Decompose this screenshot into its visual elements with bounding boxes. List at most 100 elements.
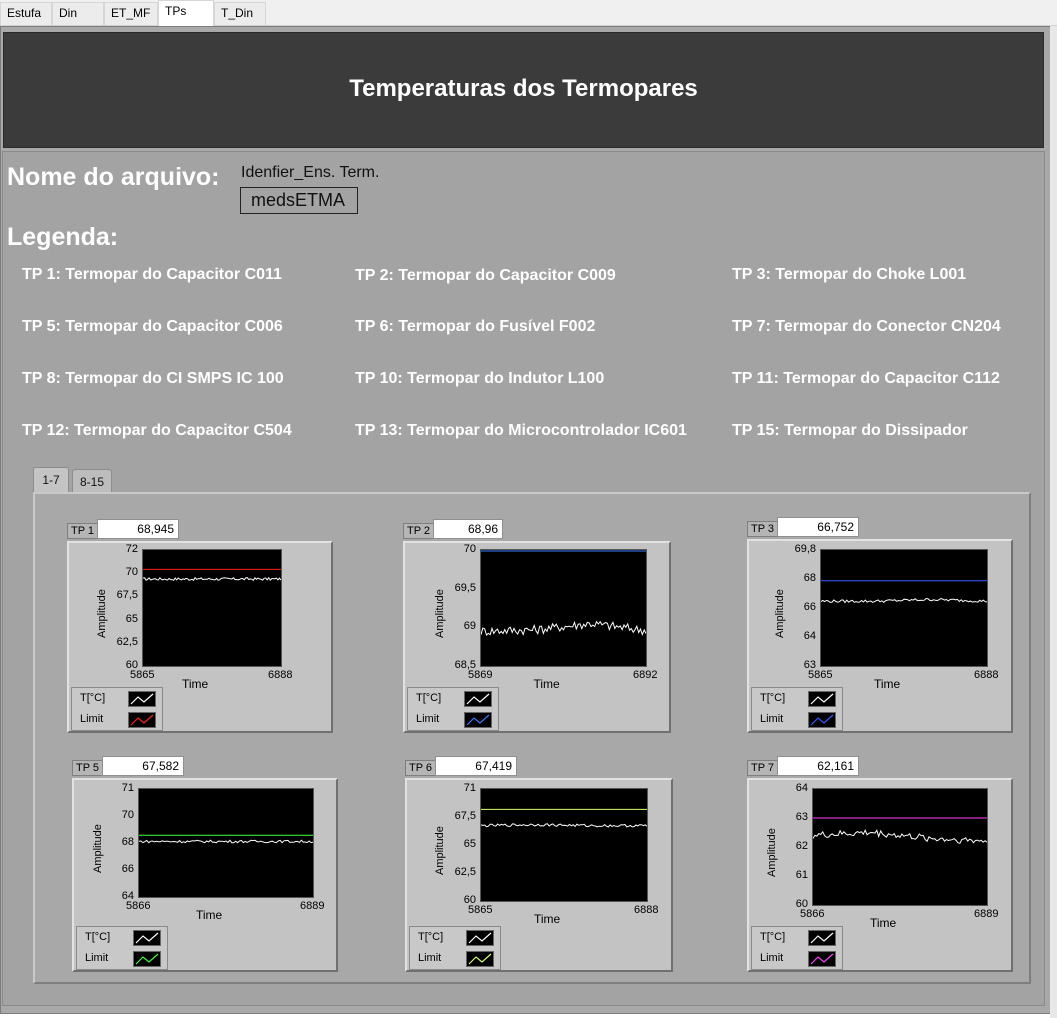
temperature-trace — [139, 839, 313, 844]
legend-item: TP 13: Termopar do Microcontrolador IC60… — [355, 422, 687, 439]
y-axis-label: Amplitude — [434, 826, 446, 875]
legend-temp-label: T[°C] — [85, 931, 111, 943]
temperature-trace — [821, 597, 987, 604]
legend-temp-label: T[°C] — [80, 692, 106, 704]
graph-tag: TP 1 — [67, 523, 99, 539]
x-axis-label: Time — [196, 908, 223, 922]
graph-tag: TP 6 — [405, 760, 437, 776]
x-tick-label: 6889 — [974, 908, 999, 920]
top-tab-bar: Estufa Din ET_MF TPs T_Din — [0, 0, 1057, 26]
graph-card: TP 6 67,419 71 67,5 65 62,5 60 5865 6888 Amplitud… — [405, 756, 673, 972]
x-tick-label: 5865 — [468, 904, 493, 916]
x-tick-label: 5869 — [468, 669, 493, 681]
legend-temp-label: T[°C] — [418, 931, 444, 943]
legend-temp-label: T[°C] — [760, 931, 786, 943]
y-tick-label: 63 — [795, 811, 808, 823]
graph-card: TP 1 68,945 72 70 67,5 65 62,5 60 5865 6888 Amplit… — [67, 519, 333, 733]
graph-value-indicator: 67,419 — [435, 756, 517, 776]
y-tick-label: 70 — [125, 566, 138, 579]
legend-temp-label: T[°C] — [416, 692, 442, 704]
legend-item: TP 12: Termopar do Capacitor C504 — [22, 422, 292, 439]
x-axis-label: Time — [182, 677, 209, 691]
y-tick-label: 67,5 — [454, 810, 476, 822]
y-axis-label: Amplitude — [96, 589, 108, 638]
graph-plot-area[interactable] — [812, 788, 988, 906]
legend-item: TP 10: Termopar do Indutor L100 — [355, 370, 605, 387]
x-axis-label: Time — [534, 912, 561, 926]
legend-limit-label: Limit — [760, 713, 784, 725]
y-tick-label: 72 — [125, 543, 138, 555]
tab-tps[interactable]: TPs — [158, 0, 214, 26]
graph-card: TP 3 66,752 69,8 68 66 64 63 5865 6888 Amplitude T… — [747, 517, 1013, 733]
graph-plot-area[interactable] — [138, 788, 314, 898]
graph-plot-svg — [813, 817, 987, 844]
x-tick-label: 6892 — [633, 669, 658, 681]
limit-line-icon — [808, 712, 836, 728]
plot-legend[interactable]: T[°C] Limit — [407, 687, 499, 731]
graph-card: TP 2 68,96 70 69,5 69 68,5 5869 6892 Amplitude Ti… — [403, 519, 671, 733]
graph-plot-area[interactable] — [142, 549, 282, 667]
temp-line-icon — [808, 691, 836, 707]
y-tick-label: 70 — [463, 543, 476, 555]
legend-item: TP 2: Termopar do Capacitor C009 — [355, 267, 616, 284]
tab-label: TPs — [165, 4, 187, 18]
x-axis-label: Time — [870, 916, 897, 930]
temp-line-icon — [133, 930, 161, 946]
tab-estufa[interactable]: Estufa — [0, 2, 52, 25]
header-banner: Temperaturas dos Termopares — [3, 32, 1044, 148]
tab-graphs-1-7[interactable]: 1-7 — [33, 467, 69, 495]
plot-legend[interactable]: T[°C] Limit — [751, 687, 843, 731]
plot-legend[interactable]: T[°C] Limit — [409, 926, 501, 970]
plot-legend[interactable]: T[°C] Limit — [751, 926, 843, 970]
y-tick-label: 71 — [463, 782, 476, 794]
legend-limit-label: Limit — [760, 952, 784, 964]
tab-din[interactable]: Din — [52, 2, 104, 25]
graph-tag: TP 7 — [747, 760, 779, 776]
x-tick-label: 5866 — [800, 908, 825, 920]
plot-legend[interactable]: T[°C] Limit — [76, 926, 168, 970]
graph-value-indicator: 67,582 — [102, 756, 184, 776]
legend-item: TP 1: Termopar do Capacitor C011 — [22, 266, 282, 283]
x-tick-label: 6888 — [634, 904, 659, 916]
legend-item: TP 5: Termopar do Capacitor C006 — [22, 318, 283, 335]
scroll-gutter — [1050, 26, 1057, 1018]
y-axis-label: Amplitude — [766, 828, 778, 877]
tab-t-din[interactable]: T_Din — [214, 2, 266, 25]
graph-value-indicator: 68,96 — [433, 519, 503, 539]
legend-heading: Legenda: — [7, 223, 119, 251]
graph-plot-svg — [481, 550, 646, 637]
file-name-field[interactable]: medsETMA — [240, 187, 358, 214]
graph-plot-area[interactable] — [480, 549, 647, 667]
temp-line-icon — [466, 930, 494, 946]
temperature-trace — [481, 620, 646, 637]
limit-line-icon — [466, 951, 494, 967]
graph-value-indicator: 62,161 — [777, 756, 859, 776]
graph-plot-svg — [139, 834, 313, 844]
tab-label: ET_MF — [111, 6, 151, 20]
tab-label: T_Din — [221, 6, 254, 20]
tab-et-mf[interactable]: ET_MF — [104, 2, 158, 25]
tab-label: 8-15 — [79, 475, 105, 489]
graph-plot-svg — [481, 808, 647, 828]
x-tick-label: 5866 — [126, 900, 151, 912]
temperature-trace — [481, 823, 647, 828]
x-tick-label: 6889 — [300, 900, 325, 912]
graph-tag: TP 5 — [72, 760, 104, 776]
temperature-trace — [143, 576, 281, 582]
x-axis-label: Time — [533, 677, 560, 691]
tab-label: Din — [59, 6, 78, 20]
legend-item: TP 11: Termopar do Capacitor C112 — [732, 370, 1000, 387]
temp-line-icon — [808, 930, 836, 946]
y-tick-label: 69,8 — [794, 543, 816, 555]
graph-plot-area[interactable] — [480, 788, 648, 902]
y-tick-label: 64 — [795, 782, 808, 794]
graph-plot-area[interactable] — [820, 549, 988, 667]
legend-item: TP 3: Termopar do Choke L001 — [732, 266, 967, 283]
tab-label: Estufa — [7, 6, 42, 20]
legend-limit-label: Limit — [418, 952, 442, 964]
x-tick-label: 6888 — [974, 669, 999, 681]
x-tick-label: 5865 — [130, 669, 155, 681]
graph-tag: TP 2 — [403, 523, 435, 539]
legend-item: TP 7: Termopar do Conector CN204 — [732, 318, 1001, 335]
plot-legend[interactable]: T[°C] Limit — [71, 687, 163, 731]
